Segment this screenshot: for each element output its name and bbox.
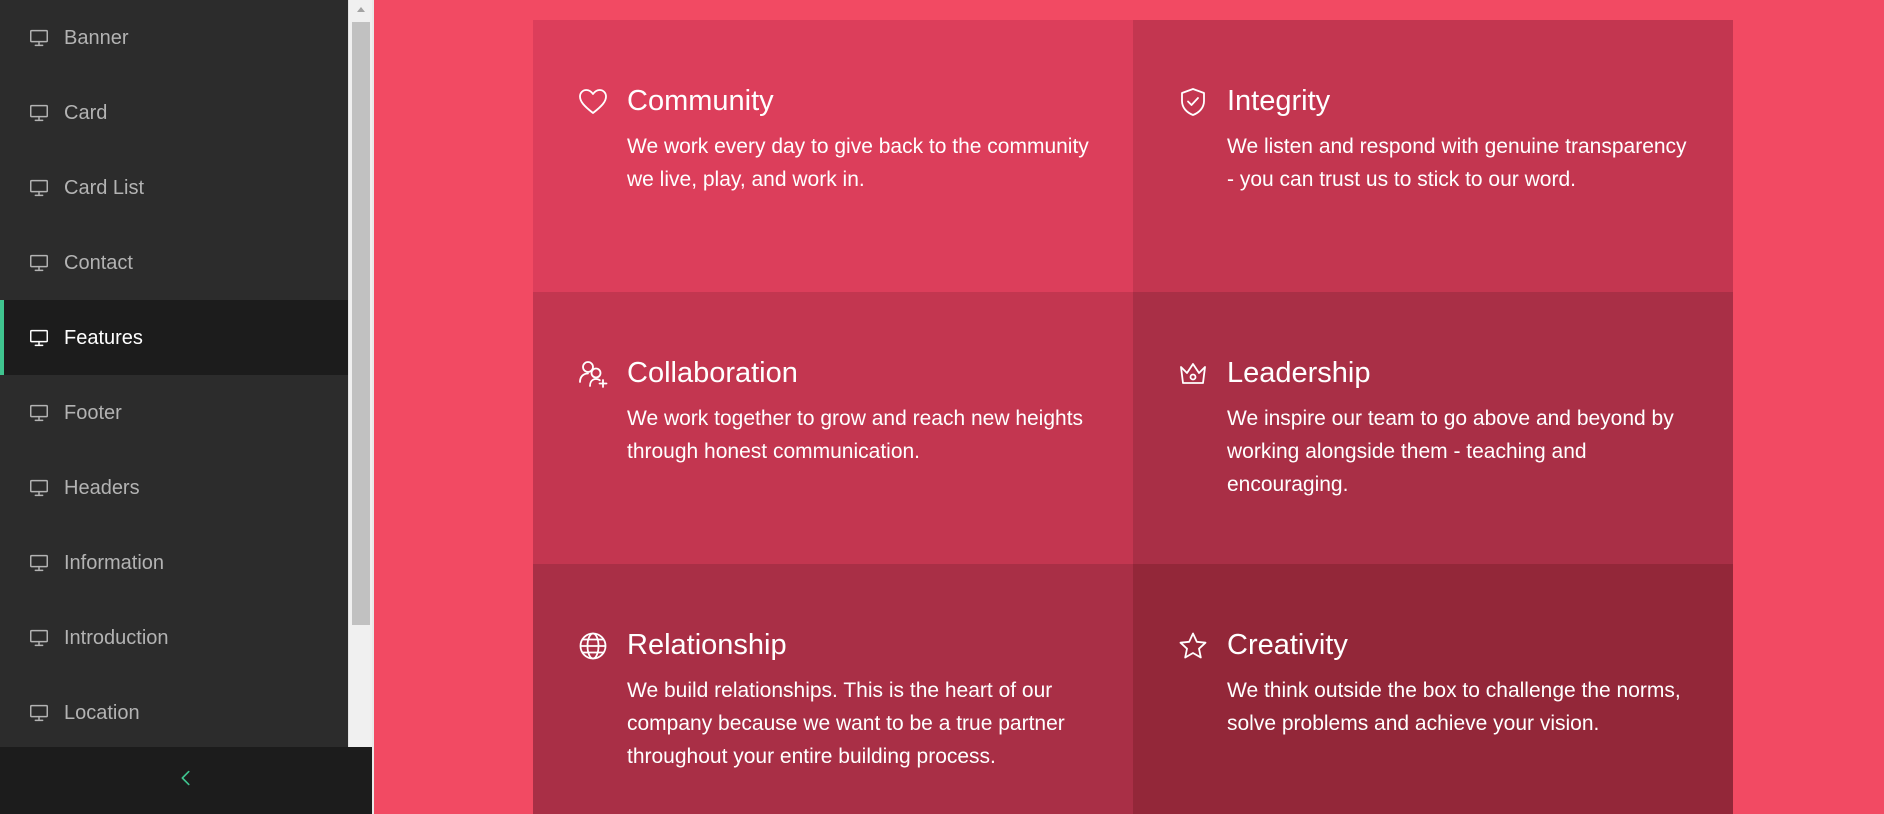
sidebar-item-footer[interactable]: Footer: [0, 375, 348, 450]
sidebar-item-label: Contact: [64, 251, 133, 274]
monitor-icon: [28, 627, 50, 649]
feature-card-body: Leadership We inspire our team to go abov…: [1227, 358, 1693, 564]
feature-card-relationship: Relationship We build relationships. This…: [533, 564, 1133, 814]
heart-icon: [577, 86, 609, 118]
feature-description: We inspire our team to go above and beyo…: [1227, 407, 1674, 496]
features-grid: Community We work every day to give back …: [533, 20, 1733, 814]
sidebar-item-label: Banner: [64, 26, 129, 49]
sidebar-item-location[interactable]: Location: [0, 675, 348, 747]
monitor-icon: [28, 177, 50, 199]
sidebar-item-features[interactable]: Features: [0, 300, 348, 375]
crown-icon: [1177, 358, 1209, 390]
users-plus-icon: [577, 358, 609, 390]
sidebar-scrollbar[interactable]: [348, 0, 372, 747]
star-icon: [1177, 630, 1209, 662]
monitor-icon: [28, 327, 50, 349]
monitor-icon: [28, 252, 50, 274]
sidebar-item-label: Location: [64, 701, 140, 724]
feature-card-body: Collaboration We work together to grow an…: [627, 358, 1093, 564]
sidebar-item-label: Footer: [64, 401, 122, 424]
sidebar-item-introduction[interactable]: Introduction: [0, 600, 348, 675]
feature-card-body: Integrity We listen and respond with genu…: [1227, 86, 1693, 292]
feature-card-integrity: Integrity We listen and respond with genu…: [1133, 20, 1733, 292]
feature-description: We think outside the box to challenge th…: [1227, 679, 1681, 735]
monitor-icon: [28, 552, 50, 574]
feature-title: Integrity: [1227, 85, 1331, 117]
feature-card-body: Relationship We build relationships. This…: [627, 630, 1093, 814]
feature-description: We work together to grow and reach new h…: [627, 407, 1084, 463]
scroll-up-arrow-icon[interactable]: [349, 0, 373, 20]
shield-check-icon: [1177, 86, 1209, 118]
feature-description: We work every day to give back to the co…: [627, 135, 1089, 191]
sidebar-collapse-button[interactable]: [0, 747, 372, 814]
monitor-icon: [28, 477, 50, 499]
sidebar-item-contact[interactable]: Contact: [0, 225, 348, 300]
sidebar-item-label: Headers: [64, 476, 140, 499]
sidebar-item-banner[interactable]: Banner: [0, 0, 348, 75]
feature-card-body: Community We work every day to give back …: [627, 86, 1093, 292]
globe-icon: [577, 630, 609, 662]
sidebar-item-label: Card: [64, 101, 108, 124]
feature-title: Leadership: [1227, 357, 1371, 389]
sidebar-item-label: Introduction: [64, 626, 169, 649]
monitor-icon: [28, 702, 50, 724]
feature-title: Collaboration: [627, 357, 798, 389]
chevron-left-icon: [175, 767, 197, 794]
sidebar-item-label: Information: [64, 551, 165, 574]
feature-card-collaboration: Collaboration We work together to grow an…: [533, 292, 1133, 564]
feature-title: Relationship: [627, 629, 787, 661]
sidebar-item-card-list[interactable]: Card List: [0, 150, 348, 225]
feature-card-creativity: Creativity We think outside the box to ch…: [1133, 564, 1733, 814]
sidebar-item-label: Features: [64, 326, 143, 349]
feature-description: We build relationships. This is the hear…: [627, 679, 1065, 768]
feature-title: Creativity: [1227, 629, 1348, 661]
sidebar-nav: Banner Card Card List Contact Features Footer…: [0, 0, 348, 747]
feature-card-community: Community We work every day to give back …: [533, 20, 1133, 292]
feature-description: We listen and respond with genuine trans…: [1227, 135, 1687, 191]
feature-card-body: Creativity We think outside the box to ch…: [1227, 630, 1693, 814]
monitor-icon: [28, 27, 50, 49]
sidebar-item-information[interactable]: Information: [0, 525, 348, 600]
monitor-icon: [28, 102, 50, 124]
feature-title: Community: [627, 85, 774, 117]
sidebar: Banner Card Card List Contact Features Footer…: [0, 0, 348, 814]
feature-card-leadership: Leadership We inspire our team to go abov…: [1133, 292, 1733, 564]
sidebar-item-card[interactable]: Card: [0, 75, 348, 150]
scroll-thumb[interactable]: [352, 22, 370, 625]
sidebar-item-headers[interactable]: Headers: [0, 450, 348, 525]
main-content: Community We work every day to give back …: [374, 0, 1884, 814]
app-window: Banner Card Card List Contact Features Footer…: [0, 0, 1884, 814]
sidebar-item-label: Card List: [64, 176, 145, 199]
monitor-icon: [28, 402, 50, 424]
